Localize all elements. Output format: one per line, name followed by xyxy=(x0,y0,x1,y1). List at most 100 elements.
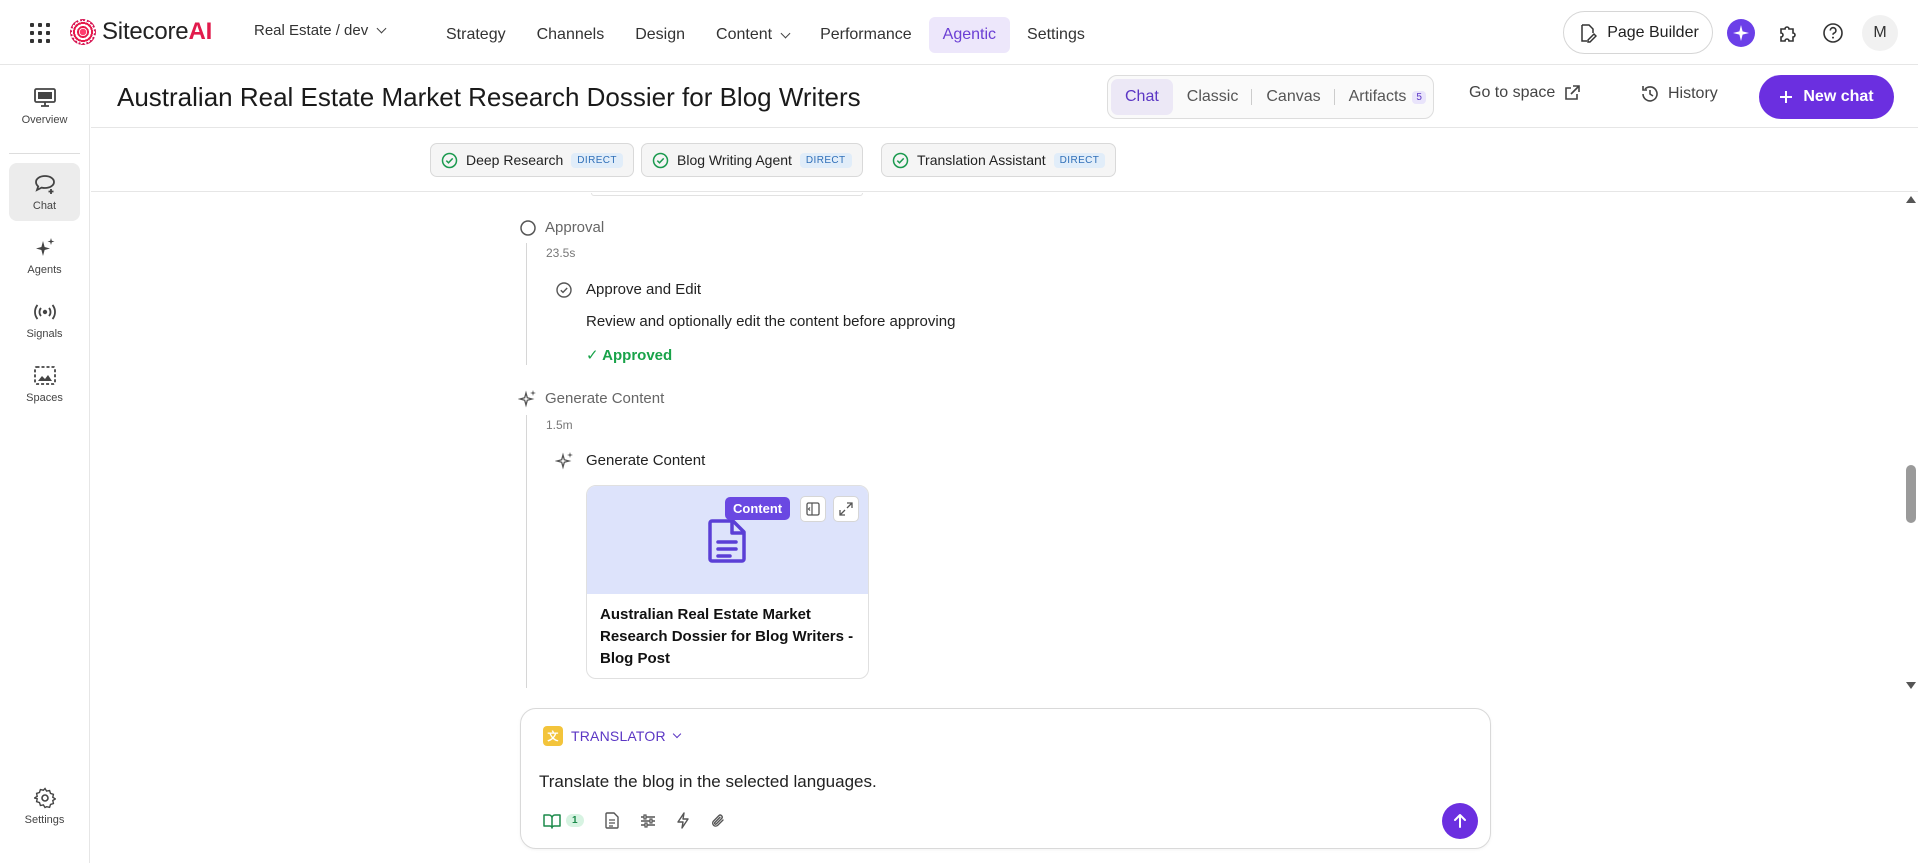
scrollbar-thumb[interactable] xyxy=(1906,465,1916,523)
timeline-line xyxy=(526,415,527,688)
rail-item-spaces[interactable]: Spaces xyxy=(9,355,80,413)
history-button[interactable]: History xyxy=(1640,84,1718,104)
translate-icon: 文 xyxy=(543,726,563,746)
check-circle-icon xyxy=(652,152,669,168)
agent-name: Blog Writing Agent xyxy=(677,152,792,168)
monitor-icon xyxy=(33,87,56,107)
agent-chip-translation[interactable]: Translation Assistant DIRECT xyxy=(881,143,1117,177)
actions-button[interactable] xyxy=(676,812,690,829)
sparkles-icon xyxy=(555,452,573,470)
environment-selector[interactable]: Real Estate / dev xyxy=(254,22,387,39)
open-panel-button[interactable] xyxy=(800,496,826,522)
rail-label: Agents xyxy=(27,263,62,276)
ai-assistant-icon[interactable] xyxy=(1727,19,1755,47)
page-builder-button[interactable]: Page Builder xyxy=(1563,11,1713,54)
puzzle-icon[interactable] xyxy=(1774,19,1802,47)
sub-step-title: Approve and Edit xyxy=(586,281,702,298)
direct-tag: DIRECT xyxy=(1053,152,1106,168)
previous-card-edge xyxy=(591,193,863,196)
sub-step-description: Review and optionally edit the content b… xyxy=(586,313,956,330)
gear-icon xyxy=(33,786,56,808)
arrow-up-icon xyxy=(1454,814,1466,828)
sliders-icon xyxy=(640,813,655,828)
content-badge: Content xyxy=(725,497,791,520)
plus-icon xyxy=(1780,91,1793,103)
top-navigation-bar: SitecoreAI Real Estate / dev Strategy Ch… xyxy=(0,0,1918,65)
page-edit-icon xyxy=(1581,23,1598,43)
sparkles-icon xyxy=(518,390,536,408)
agent-selector-label: TRANSLATOR xyxy=(571,728,666,744)
settings-sliders-button[interactable] xyxy=(640,813,656,829)
content-artifact-card[interactable]: Content Australian Real Estate Market Re… xyxy=(586,485,869,679)
file-text-icon xyxy=(604,812,619,829)
agent-chip-deep-research[interactable]: Deep Research DIRECT xyxy=(430,143,634,177)
nav-settings[interactable]: Settings xyxy=(1013,17,1099,53)
nav-design[interactable]: Design xyxy=(621,17,699,53)
avatar[interactable]: M xyxy=(1862,15,1898,51)
spaces-icon xyxy=(33,365,56,385)
nav-strategy[interactable]: Strategy xyxy=(432,17,520,53)
send-button[interactable] xyxy=(1442,803,1478,839)
sub-step-title: Generate Content xyxy=(586,452,706,469)
expand-icon xyxy=(839,502,853,516)
rail-item-agents[interactable]: Agents xyxy=(9,227,80,285)
left-rail: Overview Chat Agents Signals Spaces Sett… xyxy=(0,65,90,863)
chevron-down-icon xyxy=(780,28,791,38)
rail-label: Spaces xyxy=(26,391,63,404)
go-to-space-link[interactable]: Go to space xyxy=(1469,84,1581,102)
tab-chat[interactable]: Chat xyxy=(1111,79,1173,115)
circle-outline-icon xyxy=(520,220,536,236)
expand-button[interactable] xyxy=(833,496,859,522)
external-link-icon xyxy=(1565,85,1581,100)
step-duration: 1.5m xyxy=(546,418,573,432)
artifacts-count-badge: 5 xyxy=(1412,90,1426,104)
app-launcher-icon[interactable] xyxy=(30,23,50,43)
scroll-down-arrow[interactable] xyxy=(1906,682,1916,689)
tab-classic[interactable]: Classic xyxy=(1173,79,1253,115)
approved-status: ✓ Approved xyxy=(586,347,673,364)
rail-item-chat[interactable]: Chat xyxy=(9,163,80,221)
sitecore-logo-mark xyxy=(70,19,96,45)
scroll-up-arrow[interactable] xyxy=(1906,196,1916,203)
message-composer: 文 TRANSLATOR Translate the blog in the s… xyxy=(520,708,1491,849)
agent-name: Deep Research xyxy=(466,152,564,168)
knowledge-button[interactable]: 1 xyxy=(543,813,584,829)
tab-artifacts[interactable]: Artifacts 5 xyxy=(1335,79,1440,115)
tab-canvas[interactable]: Canvas xyxy=(1252,79,1335,115)
environment-label: Real Estate / dev xyxy=(254,22,369,39)
lightning-icon xyxy=(676,812,689,829)
attach-button[interactable] xyxy=(710,812,726,829)
chat-plus-icon xyxy=(34,174,55,194)
direct-tag: DIRECT xyxy=(799,152,852,168)
page-title: Australian Real Estate Market Research D… xyxy=(117,82,861,112)
message-input[interactable]: Translate the blog in the selected langu… xyxy=(539,772,877,792)
book-open-icon xyxy=(543,813,561,829)
main-nav: Strategy Channels Design Content Perform… xyxy=(432,17,1102,53)
nav-agentic[interactable]: Agentic xyxy=(928,17,1011,53)
rail-item-overview[interactable]: Overview xyxy=(9,77,80,135)
rail-item-settings[interactable]: Settings xyxy=(9,777,80,835)
sitecore-logo[interactable]: SitecoreAI xyxy=(70,18,212,46)
agent-selector[interactable]: 文 TRANSLATOR xyxy=(543,726,682,746)
chat-header: Australian Real Estate Market Research D… xyxy=(91,65,1918,128)
history-label: History xyxy=(1668,85,1718,102)
composer-toolbar: 1 xyxy=(543,812,726,829)
broadcast-icon xyxy=(33,303,56,320)
help-icon[interactable] xyxy=(1819,19,1847,47)
nav-content[interactable]: Content xyxy=(702,17,803,53)
card-title: Australian Real Estate Market Research D… xyxy=(600,606,854,667)
nav-performance[interactable]: Performance xyxy=(806,17,926,53)
chat-timeline: Approval 23.5s Approve and Edit Review a… xyxy=(91,193,1901,688)
go-to-space-label: Go to space xyxy=(1469,84,1556,101)
agent-chip-blog-writing[interactable]: Blog Writing Agent DIRECT xyxy=(641,143,863,177)
view-tabs: Chat Classic Canvas Artifacts 5 xyxy=(1107,75,1434,119)
rail-item-signals[interactable]: Signals xyxy=(9,291,80,349)
step-duration: 23.5s xyxy=(546,246,576,260)
step-title: Generate Content xyxy=(545,390,665,407)
paperclip-icon xyxy=(711,814,724,827)
new-chat-button[interactable]: New chat xyxy=(1759,75,1894,119)
nav-channels[interactable]: Channels xyxy=(523,17,619,53)
timeline-line xyxy=(526,243,527,365)
document-button[interactable] xyxy=(604,812,620,829)
sparkles-icon xyxy=(35,237,54,256)
